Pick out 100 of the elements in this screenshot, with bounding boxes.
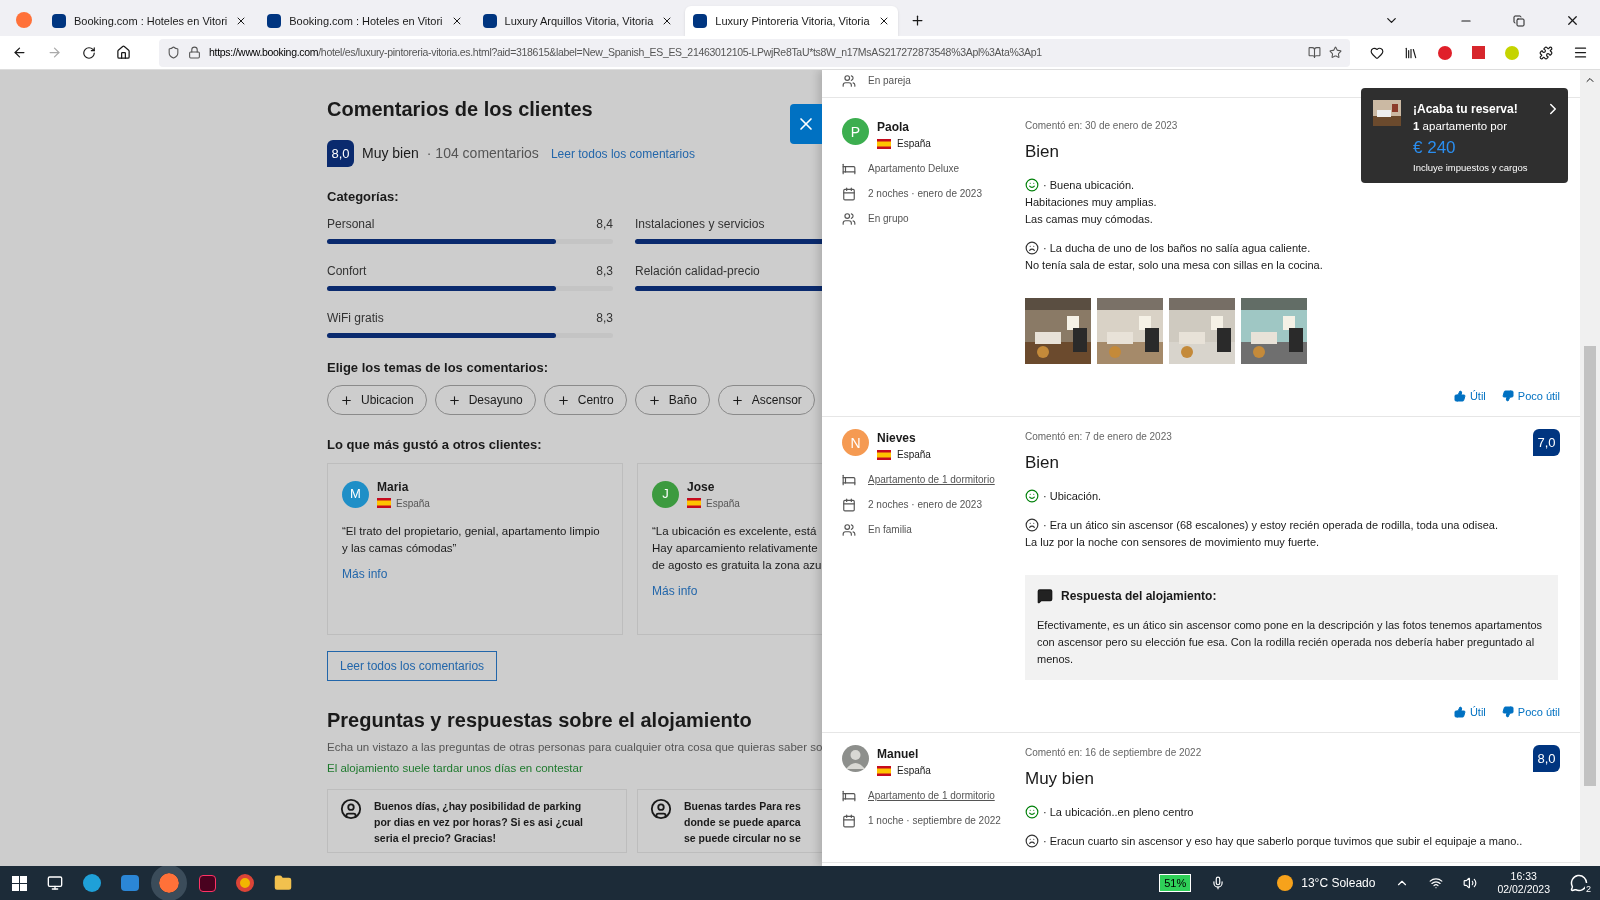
more-info-link[interactable]: Más info (342, 564, 608, 583)
room-link[interactable]: Apartamento de 1 dormitorio (868, 472, 995, 487)
question-text: por dias en vez por horas? Si es asi ¿cual (374, 815, 583, 830)
disliked-text: · Eracun cuarto sin ascensor y eso hay que saberlo porque tuvimos que subir el equipaje a mano.. (1043, 833, 1523, 849)
read-all-link[interactable]: Leer todos los comentarios (550, 144, 695, 163)
thumbs-up-icon (1453, 389, 1466, 402)
not-helpful-button[interactable]: Poco útil (1501, 703, 1560, 720)
disliked-text: No tenía sala de estar, solo una mesa con sillas en la cocina. (1025, 257, 1323, 273)
reviewer-name: Manuel (877, 746, 920, 763)
home-icon[interactable] (116, 45, 131, 60)
extensions-icon[interactable] (1539, 45, 1553, 60)
helpful-button[interactable]: Útil (1453, 387, 1486, 404)
avatar-icon (842, 745, 869, 772)
scrollbar-thumb[interactable] (1584, 346, 1596, 786)
bookmark-star-icon[interactable] (1329, 46, 1342, 59)
room-type: Apartamento Deluxe (868, 162, 960, 176)
helpful-button[interactable]: Útil (1453, 703, 1486, 720)
folder-icon[interactable] (274, 874, 292, 892)
library-icon[interactable] (1404, 45, 1418, 60)
frown-icon (1025, 241, 1039, 255)
reviewer-country: España (897, 137, 931, 151)
wifi-icon[interactable] (1429, 876, 1444, 890)
plus-icon (340, 393, 353, 407)
new-tab-icon[interactable] (909, 13, 925, 28)
reviewer-name: Paola (877, 119, 910, 136)
smile-icon (1025, 178, 1039, 192)
browser-tab[interactable]: Luxury Pintoreria Vitoria, Vitoria (685, 6, 898, 36)
speech-icon (1037, 587, 1053, 604)
review-date: Comentó en: 16 de septiembre de 2022 (1025, 746, 1202, 760)
browser-tab[interactable]: Luxury Arquillos Vitoria, Vitoria (474, 6, 682, 36)
booking-toast[interactable]: ¡Acaba tu reserva! 1 apartamento por € 240 Incluye impuestos y cargos (1361, 88, 1568, 183)
couple-icon (842, 73, 856, 88)
liked-text: · Ubicación. (1043, 488, 1102, 504)
tab-title: Booking.com : Hoteles en Vitori (74, 13, 228, 29)
reload-icon[interactable] (82, 45, 96, 60)
back-icon[interactable] (12, 45, 27, 60)
clock-time[interactable]: 16:33 (1510, 870, 1537, 883)
app-icon[interactable] (121, 875, 139, 891)
weather-text[interactable]: 13°C Soleado (1301, 874, 1376, 892)
avatar: J (652, 480, 679, 508)
room-link[interactable]: Apartamento de 1 dormitorio (868, 788, 995, 803)
browser-tab[interactable]: Booking.com : Hoteles en Vitori (44, 6, 256, 36)
smile-icon (1025, 489, 1039, 503)
rating-label: Muy bien (362, 144, 419, 163)
liked-text: · La ubicación..en pleno centro (1043, 804, 1194, 820)
question-text: se puede circular no se (684, 831, 801, 846)
windows-icon[interactable] (12, 875, 27, 891)
tab-title: Luxury Arquillos Vitoria, Vitoria (504, 13, 654, 29)
reviewer-country: España (897, 764, 931, 778)
qa-note: El alojamiento suele tardar unos días en contestar (327, 760, 584, 776)
review-title: Muy bien (1025, 768, 1095, 790)
close-button[interactable] (790, 104, 822, 144)
notifications-icon[interactable] (1570, 874, 1588, 892)
plus-icon (647, 393, 661, 407)
stay-info: 2 noches · enero de 2023 (868, 187, 982, 201)
traveler-type: En grupo (868, 212, 909, 226)
category-name: Confort (327, 262, 367, 280)
clock-date[interactable]: 02/02/2023 (1497, 883, 1550, 896)
reader-icon[interactable] (1308, 46, 1321, 59)
bed-icon (842, 472, 856, 487)
category-name: Instalaciones y servicios (635, 215, 765, 233)
close-icon[interactable] (1565, 13, 1580, 28)
response-text: Efectivamente, es un ático sin ascensor como pone en la descripción y las fotos tenemos apartamentos con ascensor pero su elección fue esa. Con la rodilla recién operada nos debería haber preguntado al menos. (1037, 617, 1544, 667)
tab-title: Booking.com : Hoteles en Vitori (289, 13, 443, 29)
not-helpful-button[interactable]: Poco útil (1501, 387, 1560, 404)
qa-heading: Preguntas y respuestas sobre el alojamiento (327, 707, 753, 733)
plus-icon (730, 393, 744, 407)
disliked-text: · La ducha de uno de los baños no salía agua caliente. (1043, 240, 1311, 256)
qa-subtitle: Echa un vistazo a las preguntas de otras personas para cualquier otra cosa que quieras saber so (327, 739, 822, 755)
task-view-icon[interactable] (47, 875, 63, 891)
plus-icon (556, 393, 570, 407)
tab-title: Luxury Pintoreria Vitoria, Vitoria (715, 13, 870, 29)
flag-icon (687, 498, 701, 508)
thumbs-down-icon (1501, 705, 1514, 718)
volume-icon[interactable] (1463, 876, 1478, 890)
address-bar[interactable]: https://www.booking.com/hotel/es/luxury-pintoreria-vitoria.es.html?aid=318615&label=New_Spanish_ES_ES_21463012105-LPwjRe8TaU*ts8W_n17MsAS217272873548%3Apl%3Ata%3Ap1 (159, 38, 1350, 67)
reviews-heading: Comentarios de los clientes (327, 97, 594, 122)
read-all-button[interactable]: Leer todos los comentarios (327, 650, 498, 681)
booking-icon (693, 14, 708, 28)
traveler-type: En pareja (868, 74, 911, 88)
liked-text: · Buena ubicación. (1043, 177, 1135, 193)
avatar: P (842, 118, 869, 145)
review-quote: de agosto es gratuita la zona azu (652, 557, 822, 573)
calendar-icon (842, 186, 856, 201)
response-title: Respuesta del alojamiento: (1061, 587, 1217, 605)
disliked-text: La luz por la noche con sensores de movimiento muy fuerte. (1025, 534, 1320, 550)
browser-tab[interactable]: Booking.com : Hoteles en Vitori (259, 6, 471, 36)
traveler-type: En familia (868, 523, 912, 537)
reviewer-country: España (706, 496, 740, 511)
stay-info: 1 noche · septiembre de 2022 (868, 814, 1001, 828)
more-info-link[interactable]: Más info (652, 581, 822, 600)
restore-icon[interactable] (1513, 15, 1525, 27)
menu-icon[interactable] (1573, 45, 1588, 60)
calendar-icon (842, 497, 856, 512)
frown-icon (1025, 834, 1039, 848)
disliked-text: · Era un ático sin ascensor (68 escalones) y estoy recién operada de rodilla, toda una odisea. (1043, 517, 1498, 533)
shield-icon (167, 46, 180, 59)
flag-icon (877, 765, 891, 776)
microphone-icon[interactable] (1211, 876, 1226, 890)
category-name: Personal (327, 215, 375, 233)
